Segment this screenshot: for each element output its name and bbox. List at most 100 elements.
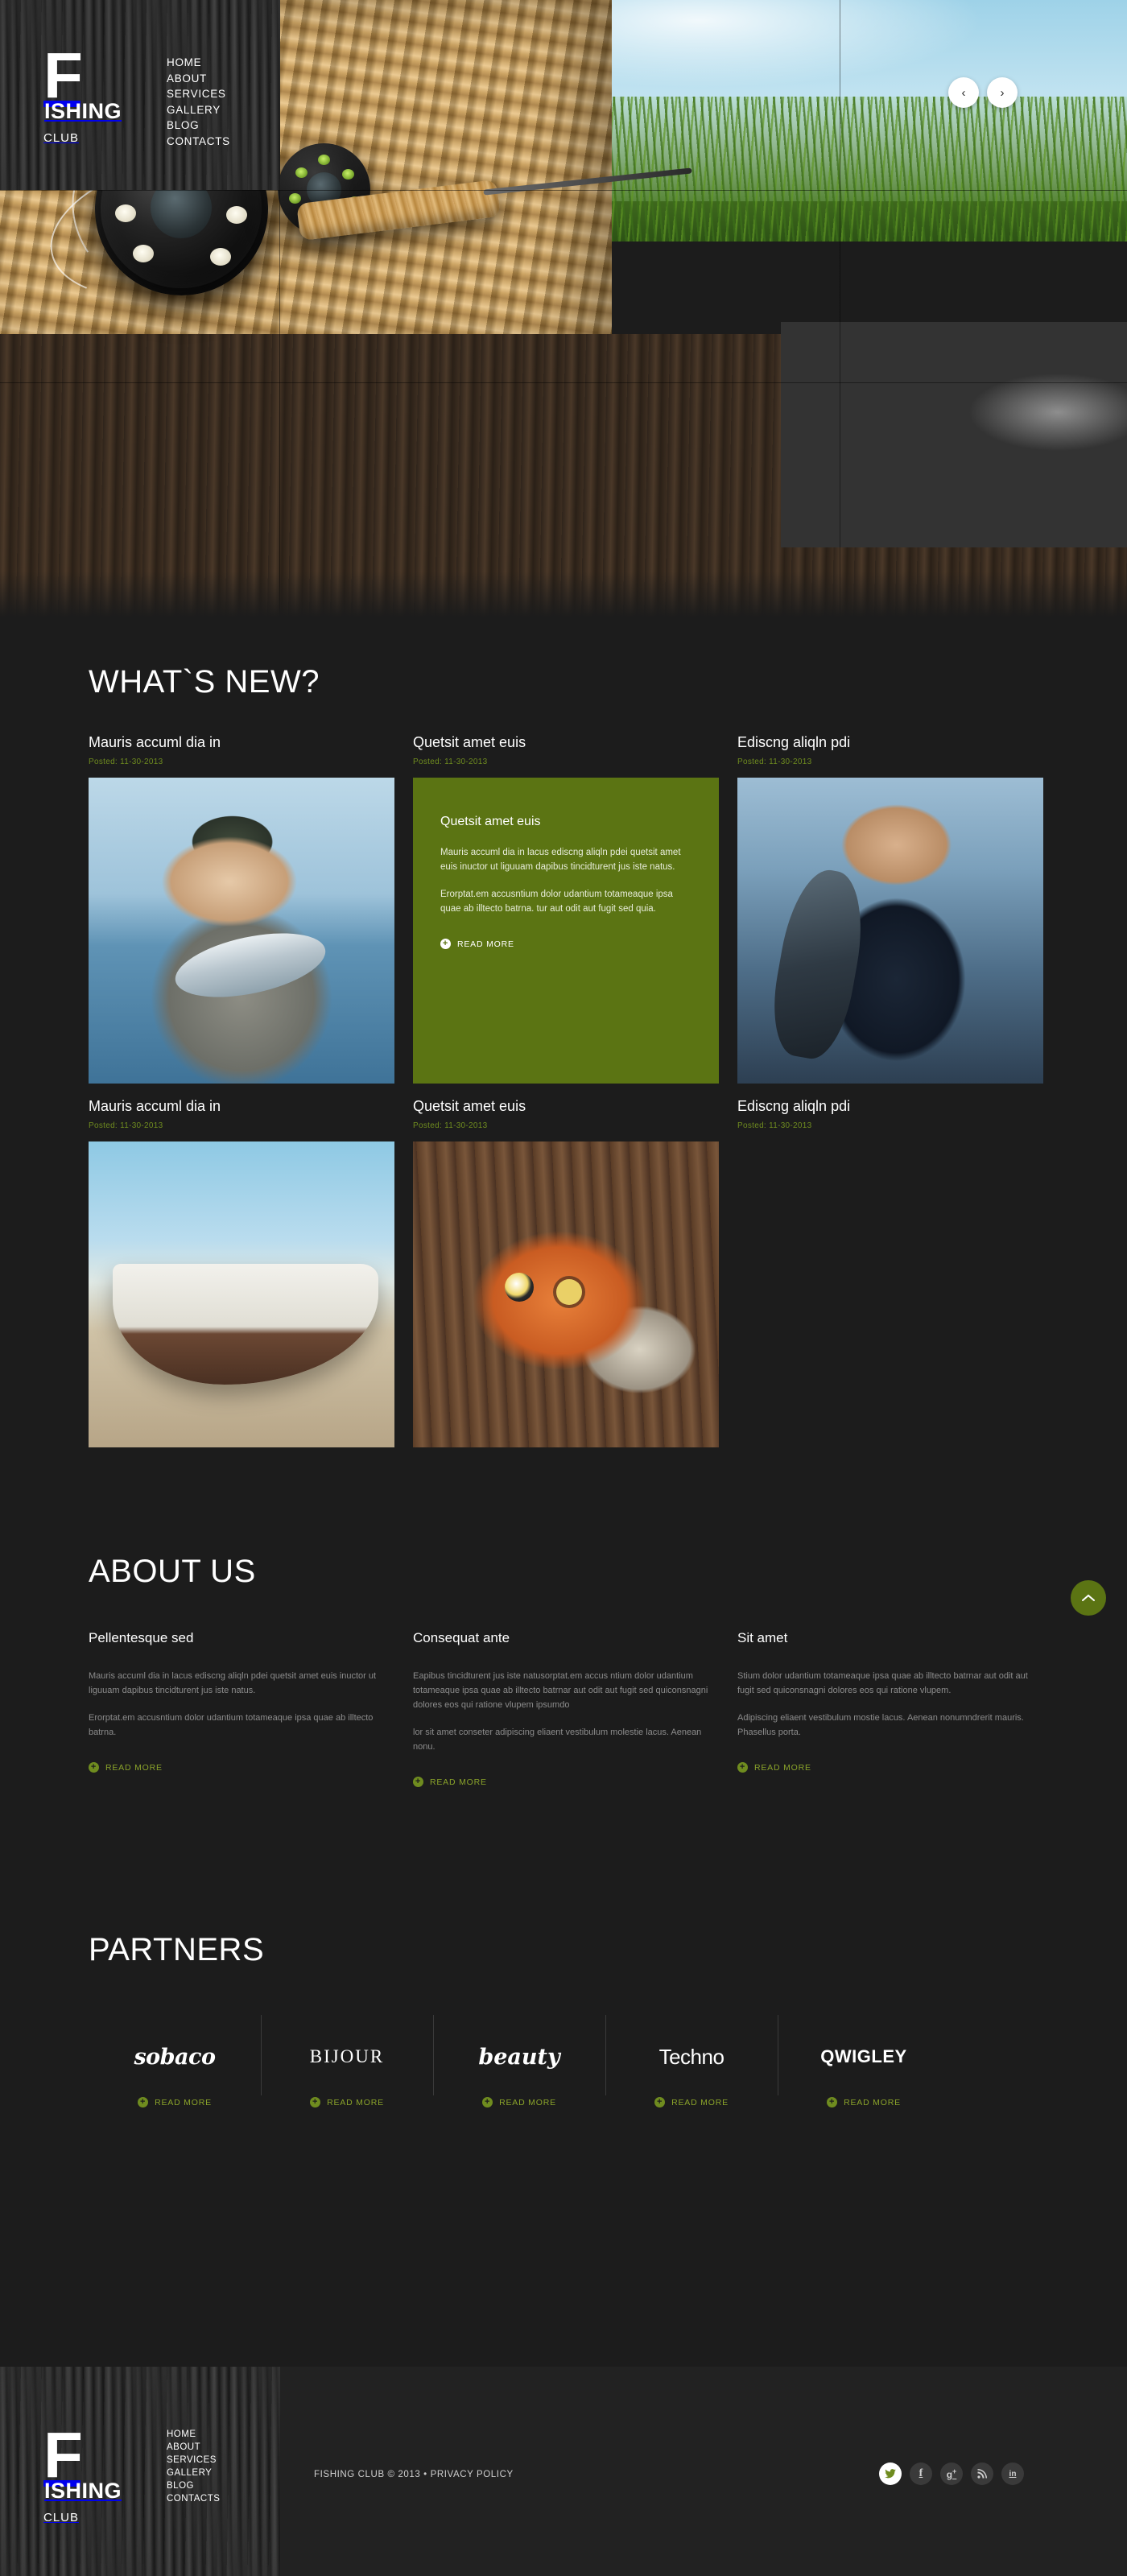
news-card[interactable]: Quetsit amet euis Posted: 11-30-2013 Que…	[413, 734, 719, 1084]
social-rss-button[interactable]	[971, 2462, 993, 2485]
about-column-paragraph-1: Stium dolor udantium totameaque ipsa qua…	[737, 1671, 1028, 1695]
news-card-thumbnail[interactable]	[737, 1141, 1043, 1447]
footer-nav-item-gallery[interactable]: GALLERY	[167, 2467, 220, 2479]
about-column-title: Pellentesque sed	[89, 1630, 194, 1645]
nav-item-contacts[interactable]: CONTACTS	[167, 134, 230, 150]
partners-section: PARTNERS sobaco + READ MORE BIJOUR + REA…	[0, 1932, 1127, 2108]
logo-subtitle: CLUB	[43, 131, 80, 145]
read-more-link[interactable]: + READ MORE	[482, 2097, 556, 2107]
scroll-to-top-button[interactable]	[1071, 1580, 1106, 1616]
news-card-date: Posted: 11-30-2013	[413, 758, 488, 766]
about-column-paragraph-2: Adipiscing eliaent vestibulum mostie lac…	[737, 1713, 1024, 1737]
footer-logo-subtitle: CLUB	[43, 2511, 80, 2524]
nav-item-home[interactable]: HOME	[167, 55, 230, 71]
logo-initial: F	[43, 39, 83, 111]
footer-logo[interactable]: F ISHING CLUB	[43, 2419, 122, 2525]
hero-bottom-fade	[0, 572, 1127, 620]
news-card-thumbnail[interactable]	[89, 1141, 394, 1447]
plus-circle-icon: +	[654, 2097, 666, 2107]
logo-word-row: ISHING	[43, 99, 122, 126]
footer-wood-panel	[0, 2367, 280, 2576]
news-card[interactable]: Mauris accuml dia in Posted: 11-30-2013	[89, 734, 394, 1084]
read-more-label: READ MORE	[430, 1777, 487, 1787]
fisherman-with-fish-photo	[89, 778, 394, 1084]
news-grid: Mauris accuml dia in Posted: 11-30-2013 …	[0, 700, 1127, 1447]
facebook-icon: f	[919, 2467, 923, 2479]
news-card-thumbnail[interactable]	[89, 778, 394, 1084]
news-card-title: Ediscng aliqln pdi	[737, 1098, 851, 1114]
slider-next-button[interactable]: ›	[987, 77, 1018, 108]
social-google-plus-button[interactable]: g+	[940, 2462, 963, 2485]
about-column-title: Sit amet	[737, 1630, 788, 1645]
social-linkedin-button[interactable]: in	[1001, 2462, 1024, 2485]
read-more-link[interactable]: + READ MORE	[89, 1762, 163, 1773]
about-column: Sit amet Stium dolor udantium totameaque…	[737, 1630, 1043, 1788]
footer-nav-item-about[interactable]: ABOUT	[167, 2441, 220, 2454]
partners-title: PARTNERS	[89, 1932, 265, 1967]
grandfather-and-boy-photo	[737, 1141, 1043, 1447]
news-card[interactable]: Mauris accuml dia in Posted: 11-30-2013	[89, 1098, 394, 1447]
logo-word: ISHING	[44, 99, 122, 123]
news-card-date: Posted: 11-30-2013	[89, 1121, 163, 1130]
read-more-link[interactable]: + READ MORE	[440, 939, 514, 949]
about-column: Consequat ante Eapibus tincidturent jus …	[413, 1630, 719, 1788]
read-more-link[interactable]: + READ MORE	[827, 2097, 901, 2107]
footer-nav-item-services[interactable]: SERVICES	[167, 2454, 220, 2467]
read-more-link[interactable]: + READ MORE	[310, 2097, 384, 2107]
main-navigation: HOME ABOUT SERVICES GALLERY BLOG CONTACT…	[167, 55, 230, 149]
news-card[interactable]: Ediscng aliqln pdi Posted: 11-30-2013	[737, 1098, 1043, 1447]
whats-new-title: WHAT`S NEW?	[89, 664, 320, 700]
slider-prev-button[interactable]: ‹	[948, 77, 979, 108]
news-card-date: Posted: 11-30-2013	[737, 1121, 812, 1130]
nav-item-about[interactable]: ABOUT	[167, 71, 230, 87]
read-more-label: READ MORE	[844, 2097, 901, 2107]
read-more-link[interactable]: + READ MORE	[413, 1777, 487, 1787]
plus-circle-icon: +	[89, 1762, 99, 1773]
read-more-label: READ MORE	[155, 2097, 212, 2107]
about-column-paragraph-1: Mauris accuml dia in lacus ediscng aliql…	[89, 1671, 377, 1695]
site-logo[interactable]: F ISHING CLUB	[43, 39, 122, 146]
news-card-date: Posted: 11-30-2013	[737, 758, 812, 766]
news-card[interactable]: Quetsit amet euis Posted: 11-30-2013	[413, 1098, 719, 1447]
partner-logo-bijour: BIJOUR	[309, 2046, 385, 2066]
footer-nav-item-contacts[interactable]: CONTACTS	[167, 2492, 220, 2505]
green-panel-title: Quetsit amet euis	[440, 815, 541, 828]
chevron-right-icon: ›	[1000, 85, 1005, 100]
footer-logo-initial: F	[43, 2419, 83, 2491]
partner-item[interactable]: QWIGLEY + READ MORE	[778, 2015, 950, 2108]
chevron-left-icon: ‹	[961, 85, 966, 100]
partners-row: sobaco + READ MORE BIJOUR + READ MORE be…	[0, 1968, 950, 2108]
read-more-link[interactable]: + READ MORE	[737, 1762, 811, 1773]
partner-item[interactable]: beauty + READ MORE	[433, 2015, 605, 2108]
nav-item-services[interactable]: SERVICES	[167, 86, 230, 102]
partner-logo-techno: Techno	[658, 2044, 724, 2069]
news-card-title: Mauris accuml dia in	[89, 734, 221, 750]
news-card-title: Quetsit amet euis	[413, 1098, 526, 1114]
partner-item[interactable]: Techno + READ MORE	[605, 2015, 778, 2108]
read-more-link[interactable]: + READ MORE	[654, 2097, 729, 2107]
read-more-label: READ MORE	[499, 2097, 556, 2107]
nav-item-blog[interactable]: BLOG	[167, 118, 230, 134]
read-more-link[interactable]: + READ MORE	[138, 2097, 212, 2107]
footer-nav-item-home[interactable]: HOME	[167, 2428, 220, 2441]
news-card-thumbnail[interactable]	[413, 1141, 719, 1447]
plus-circle-icon: +	[413, 1777, 423, 1787]
partner-item[interactable]: sobaco + READ MORE	[89, 2015, 261, 2108]
about-column-title: Consequat ante	[413, 1630, 510, 1645]
news-card[interactable]: Ediscng aliqln pdi Posted: 11-30-2013	[737, 734, 1043, 1084]
green-panel-paragraph-2: Erorptat.em accusntium dolor udantium to…	[440, 890, 673, 914]
footer-nav-item-blog[interactable]: BLOG	[167, 2479, 220, 2492]
about-column-paragraph-2: Erorptat.em accusntium dolor udantium to…	[89, 1713, 374, 1737]
footer-logo-word-row: ISHING	[43, 2479, 122, 2506]
social-twitter-button[interactable]	[879, 2462, 902, 2485]
plus-circle-icon: +	[482, 2097, 493, 2107]
nav-item-gallery[interactable]: GALLERY	[167, 102, 230, 118]
header-panel: F ISHING CLUB HOME ABOUT SERVICES GALLER…	[0, 0, 280, 190]
news-card-green-panel: Quetsit amet euis Mauris accuml dia in l…	[413, 778, 719, 1084]
news-card-date: Posted: 11-30-2013	[89, 758, 163, 766]
social-facebook-button[interactable]: f	[910, 2462, 932, 2485]
news-card-thumbnail[interactable]	[737, 778, 1043, 1084]
whats-new-section: WHAT`S NEW? Mauris accuml dia in Posted:…	[0, 620, 1127, 1447]
partner-item[interactable]: BIJOUR + READ MORE	[261, 2015, 433, 2108]
social-links: f g+ in	[879, 2462, 1024, 2485]
